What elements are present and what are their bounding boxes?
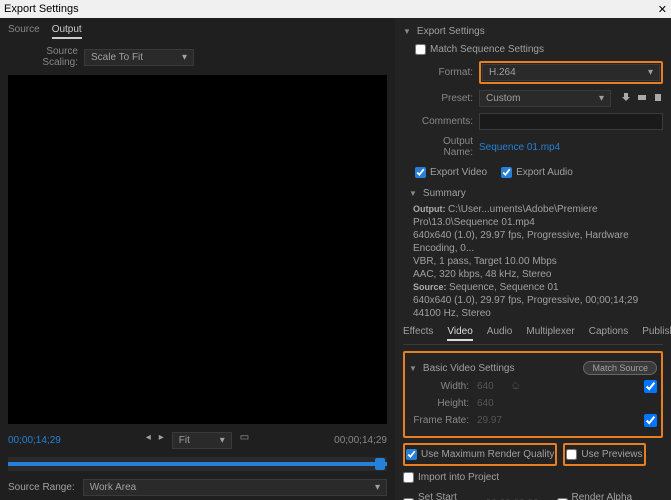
comments-input[interactable] [479,113,663,130]
export-audio-check[interactable] [501,167,512,178]
scaling-select[interactable]: Scale To Fit ▾ [84,49,194,66]
chevron-down-icon: ▾ [375,482,380,493]
format-label: Format: [415,67,473,78]
outname-link[interactable]: Sequence 01.mp4 [479,142,560,153]
match-source-button[interactable]: Match Source [583,361,657,375]
comments-label: Comments: [415,116,473,127]
import-proj-check[interactable] [403,472,414,483]
bvs-header: Basic Video Settings [423,363,515,374]
max-render-check[interactable] [406,449,417,460]
export-video-check[interactable] [415,167,426,178]
prev-frame-icon[interactable]: ◂ [146,432,151,449]
width-value[interactable]: 640 [477,381,494,392]
timeline-slider[interactable] [8,457,387,471]
width-lock-check[interactable] [644,380,657,393]
preset-label: Preset: [415,93,473,104]
tab-captions[interactable]: Captions [589,326,628,341]
chevron-down-icon: ▾ [599,93,604,104]
tab-output[interactable]: Output [52,22,82,39]
format-select[interactable]: H.264▾ [482,64,660,81]
import-preset-icon[interactable] [637,92,647,105]
chevron-down-icon: ▾ [182,52,187,63]
preview-area [8,75,387,424]
match-seq-check[interactable] [415,44,426,55]
chevron-down-icon[interactable]: ▼ [409,364,417,373]
chevron-down-icon: ▾ [220,435,225,446]
tc-end: 00;00;14;29 [334,435,387,446]
next-frame-icon[interactable]: ▸ [159,432,164,449]
zoom-select[interactable]: Fit▾ [172,432,232,449]
delete-preset-icon[interactable] [653,92,663,105]
tab-audio[interactable]: Audio [487,326,513,341]
src-range-select[interactable]: Work Area▾ [83,479,387,496]
summary-source: Sequence, Sequence 01 640x640 (1.0), 29.… [413,282,638,319]
aspect-icon[interactable]: ▭ [240,432,249,449]
close-icon[interactable]: ✕ [658,3,667,16]
tab-effects[interactable]: Effects [403,326,433,341]
chevron-down-icon[interactable]: ▼ [409,189,417,198]
fr-lock-check[interactable] [644,414,657,427]
chevron-down-icon: ▾ [648,67,653,78]
summary-header: Summary [423,188,466,199]
tab-publish[interactable]: Publish [642,326,671,341]
export-settings-header: Export Settings [417,26,485,37]
tab-multiplexer[interactable]: Multiplexer [526,326,574,341]
link-icon[interactable]: ⎐ [512,381,520,392]
scaling-label: Source Scaling: [8,46,78,68]
save-preset-icon[interactable] [621,92,631,105]
preset-select[interactable]: Custom▾ [479,90,611,107]
tab-source[interactable]: Source [8,22,40,39]
src-range-label: Source Range: [8,482,75,493]
use-previews-check[interactable] [566,449,577,460]
outname-label: Output Name: [415,136,473,158]
framerate-value[interactable]: 29.97 [477,415,502,426]
chevron-down-icon[interactable]: ▼ [403,27,411,36]
window-title: Export Settings [4,3,79,15]
tab-video[interactable]: Video [447,326,472,341]
height-value[interactable]: 640 [477,398,494,409]
summary-output: C:\User...uments\Adobe\Premiere Pro\13.0… [413,204,629,280]
tc-start[interactable]: 00;00;14;29 [8,435,61,446]
